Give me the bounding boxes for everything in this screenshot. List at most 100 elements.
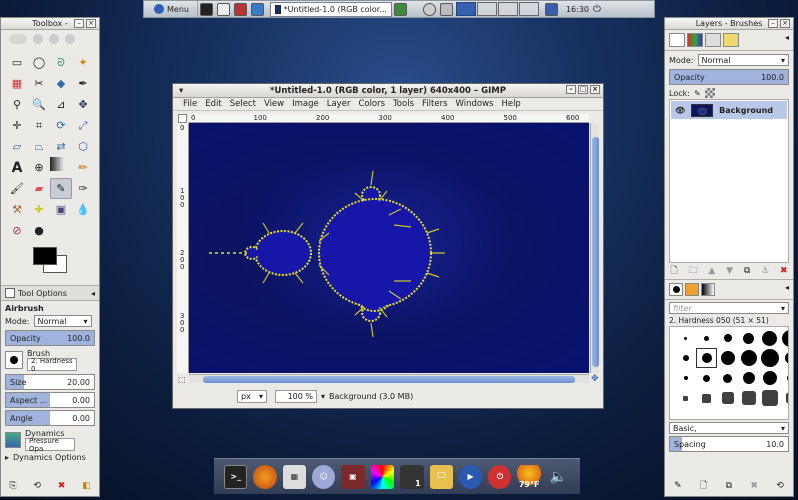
minimize-button[interactable]: –	[768, 19, 778, 28]
battery-icon[interactable]	[439, 2, 453, 16]
delete-layer-icon[interactable]: ✖	[780, 266, 788, 276]
edit-brush-icon[interactable]: ✎	[674, 481, 682, 491]
duplicate-layer-icon[interactable]: ⧉	[744, 266, 750, 276]
foreground-color-swatch[interactable]	[33, 247, 57, 265]
bucket-fill-icon[interactable]: ●	[28, 220, 50, 241]
brush-swatch[interactable]	[718, 329, 737, 347]
move-icon[interactable]: ✥	[72, 94, 94, 115]
angle-slider[interactable]: Angle 0.00	[5, 410, 95, 426]
dynamics-options-expander[interactable]: ▸ Dynamics Options	[1, 452, 99, 463]
firefox-icon[interactable]	[253, 464, 277, 489]
align-icon[interactable]: ✛	[6, 115, 28, 136]
brush-preview[interactable]	[5, 351, 23, 369]
brush-swatch[interactable]	[760, 369, 779, 387]
zoom-combo[interactable]: 100 %	[275, 389, 317, 403]
close-button[interactable]: ×	[780, 19, 790, 28]
brush-grid[interactable]	[669, 326, 789, 420]
eye-icon[interactable]: 👁	[675, 106, 685, 115]
ellipse-select-icon[interactable]: ◯	[28, 52, 50, 73]
brush-swatch[interactable]	[781, 349, 788, 367]
lower-layer-icon[interactable]: ▼	[726, 266, 733, 276]
horizontal-scrollbar[interactable]	[189, 374, 589, 383]
toolbox-titlebar[interactable]: Toolbox - – ×	[1, 18, 99, 30]
fg-bg-colors[interactable]	[33, 245, 99, 285]
layers-titlebar[interactable]: Layers - Brushes – ×	[665, 18, 793, 30]
new-layer-group-icon[interactable]: 🗀	[688, 263, 697, 279]
vertical-scroll-thumb[interactable]	[592, 137, 599, 367]
brush-swatch[interactable]	[718, 369, 737, 387]
game-launcher-icon[interactable]	[233, 2, 247, 16]
unit-combo[interactable]: px ▾	[237, 389, 267, 403]
menu-image[interactable]: Image	[288, 99, 323, 109]
color-picker-icon[interactable]: ⚲	[6, 94, 28, 115]
menu-windows[interactable]: Windows	[452, 99, 498, 109]
reset-options-icon[interactable]: ◧	[82, 481, 91, 491]
horizontal-scroll-thumb[interactable]	[203, 376, 575, 383]
layer-mode-combo[interactable]: Normal ▾	[697, 54, 789, 66]
brush-filter-input[interactable]: filter ▾	[669, 302, 789, 314]
cage-icon[interactable]: ⬡	[72, 136, 94, 157]
crop-icon[interactable]: ⌗	[28, 115, 50, 136]
perspective-clone-icon[interactable]: ✚	[28, 199, 50, 220]
brush-swatch[interactable]	[696, 348, 717, 368]
delete-options-icon[interactable]: ✖	[58, 481, 66, 491]
lock-alpha-icon[interactable]	[704, 88, 715, 98]
text-editor-launcher-icon[interactable]	[216, 2, 230, 16]
volume-icon[interactable]: 🔈	[547, 465, 570, 489]
menu-button[interactable]: Menu	[144, 1, 198, 17]
new-layer-icon[interactable]: 🗋	[670, 263, 677, 279]
chat-icon[interactable]: ☺	[312, 464, 336, 489]
zoom-icon[interactable]: 🔍	[28, 94, 50, 115]
brushes-tab-icon[interactable]	[669, 283, 683, 296]
image-canvas[interactable]	[189, 123, 589, 373]
workspace-switcher[interactable]: 1	[399, 464, 424, 489]
minimize-button[interactable]: –	[566, 85, 576, 94]
brush-swatch[interactable]	[718, 389, 737, 407]
terminal-launcher-icon[interactable]	[199, 2, 213, 16]
layers-tab-icon[interactable]	[669, 33, 685, 47]
brush-swatch[interactable]	[718, 349, 737, 367]
menu-layer[interactable]: Layer	[323, 99, 355, 109]
brush-swatch[interactable]	[676, 389, 695, 407]
brush-swatch[interactable]	[781, 329, 788, 347]
raise-layer-icon[interactable]: ▲	[708, 266, 715, 276]
mode-combo[interactable]: Normal ▾	[33, 315, 92, 327]
scale-icon[interactable]: ⤢	[72, 115, 94, 136]
workspace-2[interactable]	[476, 2, 497, 16]
tool-options-tab[interactable]: Tool Options ◂	[1, 285, 99, 301]
chevron-down-icon[interactable]: ▾	[321, 392, 325, 401]
brush-set-combo[interactable]: Basic, ▾	[669, 422, 789, 434]
app-tray-icon[interactable]	[393, 2, 407, 16]
text-icon[interactable]: A	[6, 157, 28, 178]
tab-menu-icon[interactable]: ◂	[785, 33, 789, 47]
opacity-slider[interactable]: Opacity 100.0	[5, 330, 95, 346]
minimize-button[interactable]: –	[74, 19, 84, 28]
vertical-scrollbar[interactable]	[590, 123, 599, 373]
brush-swatch[interactable]	[739, 369, 758, 387]
eraser-icon[interactable]: ▰	[28, 178, 50, 199]
blur-icon[interactable]: ▣	[50, 199, 72, 220]
free-select-icon[interactable]: ᘐ	[50, 52, 72, 73]
brush-swatch[interactable]	[739, 329, 758, 347]
dynamics-field[interactable]: Pressure Opa	[25, 437, 75, 453]
presentation-icon[interactable]: ▣	[341, 464, 365, 489]
media-player-icon[interactable]: ▶	[458, 464, 483, 489]
refresh-brushes-icon[interactable]: ⟲	[776, 481, 784, 491]
size-slider[interactable]: Size 20.00	[5, 374, 95, 390]
shutdown-icon[interactable]: ⏻	[488, 464, 512, 489]
network-icon[interactable]	[422, 2, 436, 16]
calculator-icon[interactable]: ▦	[282, 464, 306, 489]
ink-icon[interactable]: ✑	[72, 178, 94, 199]
gradients-tab-icon[interactable]	[701, 283, 715, 296]
spacing-slider[interactable]: Spacing 10.0	[669, 436, 789, 452]
anchor-layer-icon[interactable]: ⚓	[761, 266, 769, 276]
rotate-icon[interactable]: ⟳	[50, 115, 72, 136]
brush-name-field[interactable]: 2. Hardness 0	[27, 357, 77, 373]
lock-pixels-icon[interactable]: ✎	[694, 89, 701, 98]
window-list-icon[interactable]	[544, 2, 558, 16]
menu-tools[interactable]: Tools	[389, 99, 418, 109]
brush-swatch[interactable]	[676, 369, 695, 387]
corner-pointer-icon[interactable]	[178, 114, 187, 123]
menu-select[interactable]: Select	[226, 99, 260, 109]
quick-mask-icon[interactable]: ⬚	[178, 375, 186, 384]
